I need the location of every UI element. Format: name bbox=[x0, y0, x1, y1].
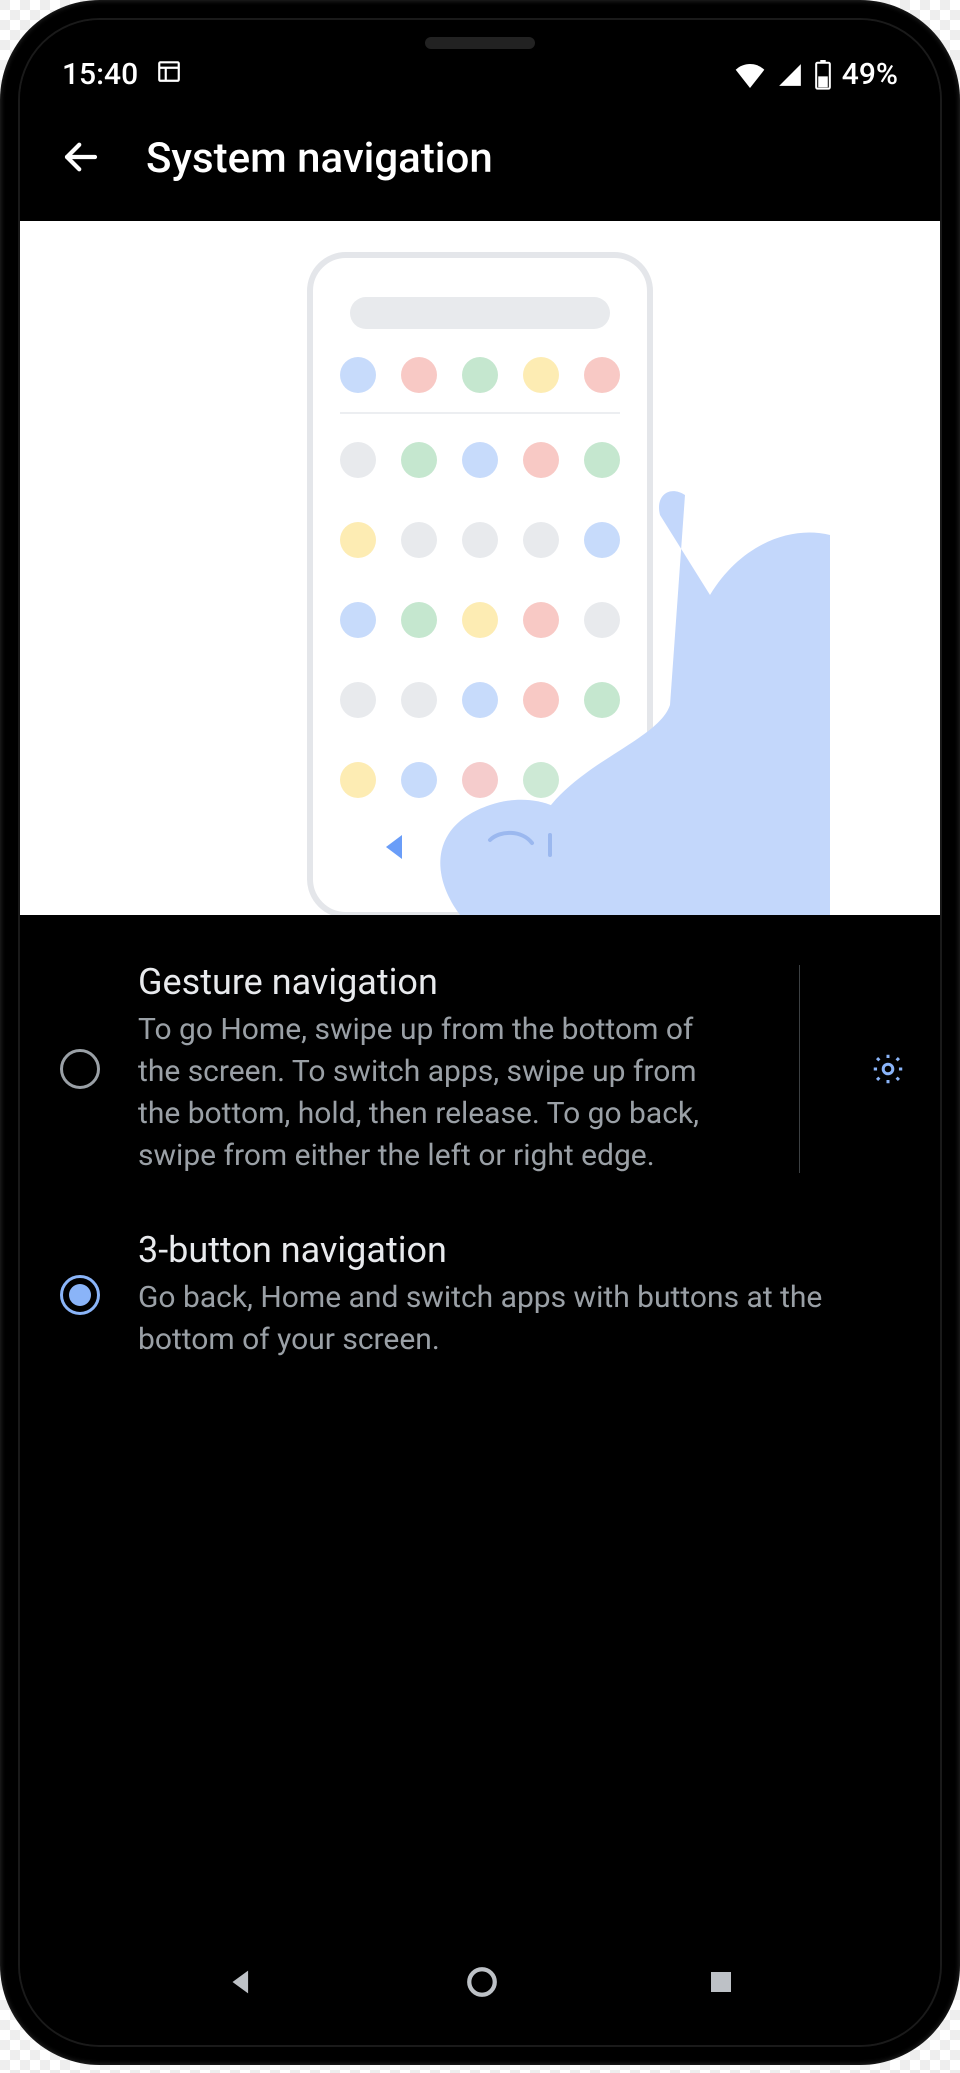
screen: 15:40 bbox=[20, 20, 940, 2045]
status-clock: 15:40 bbox=[62, 57, 138, 92]
phone-notch bbox=[330, 20, 630, 66]
nav-home-icon[interactable] bbox=[465, 1965, 499, 2003]
nav-recents-icon[interactable] bbox=[706, 1967, 736, 2001]
phone-frame: 15:40 bbox=[0, 0, 960, 2065]
status-right: 49% bbox=[734, 57, 898, 92]
back-icon[interactable] bbox=[60, 136, 102, 182]
phone-speaker bbox=[425, 37, 535, 49]
option-gesture-navigation[interactable]: Gesture navigation To go Home, swipe up … bbox=[20, 935, 940, 1203]
option-title: 3-button navigation bbox=[138, 1229, 916, 1271]
gear-icon bbox=[870, 1051, 906, 1087]
gesture-settings-button[interactable] bbox=[860, 1041, 916, 1097]
radio-3-button-navigation[interactable] bbox=[60, 1275, 100, 1315]
option-3-button-navigation[interactable]: 3-button navigation Go back, Home and sw… bbox=[20, 1203, 940, 1387]
calendar-icon bbox=[156, 57, 182, 92]
wifi-icon bbox=[734, 62, 766, 88]
radio-gesture-navigation[interactable] bbox=[60, 1049, 100, 1089]
option-text: 3-button navigation Go back, Home and sw… bbox=[138, 1229, 916, 1361]
option-description: To go Home, swipe up from the bottom of … bbox=[138, 1009, 739, 1177]
divider bbox=[799, 965, 800, 1173]
navigation-options: Gesture navigation To go Home, swipe up … bbox=[20, 915, 940, 1407]
option-description: Go back, Home and switch apps with butto… bbox=[138, 1277, 916, 1361]
phone-bezel: 15:40 bbox=[18, 18, 942, 2047]
option-title: Gesture navigation bbox=[138, 961, 739, 1003]
status-left: 15:40 bbox=[62, 57, 182, 92]
nav-back-icon[interactable] bbox=[224, 1965, 258, 2003]
navigation-illustration bbox=[20, 221, 940, 915]
battery-percentage: 49% bbox=[842, 57, 898, 92]
page-title: System navigation bbox=[146, 134, 493, 183]
app-bar: System navigation bbox=[20, 100, 940, 221]
option-text: Gesture navigation To go Home, swipe up … bbox=[138, 961, 739, 1177]
signal-icon bbox=[776, 62, 804, 88]
battery-icon bbox=[814, 60, 832, 90]
system-nav-bar bbox=[20, 1945, 940, 2045]
